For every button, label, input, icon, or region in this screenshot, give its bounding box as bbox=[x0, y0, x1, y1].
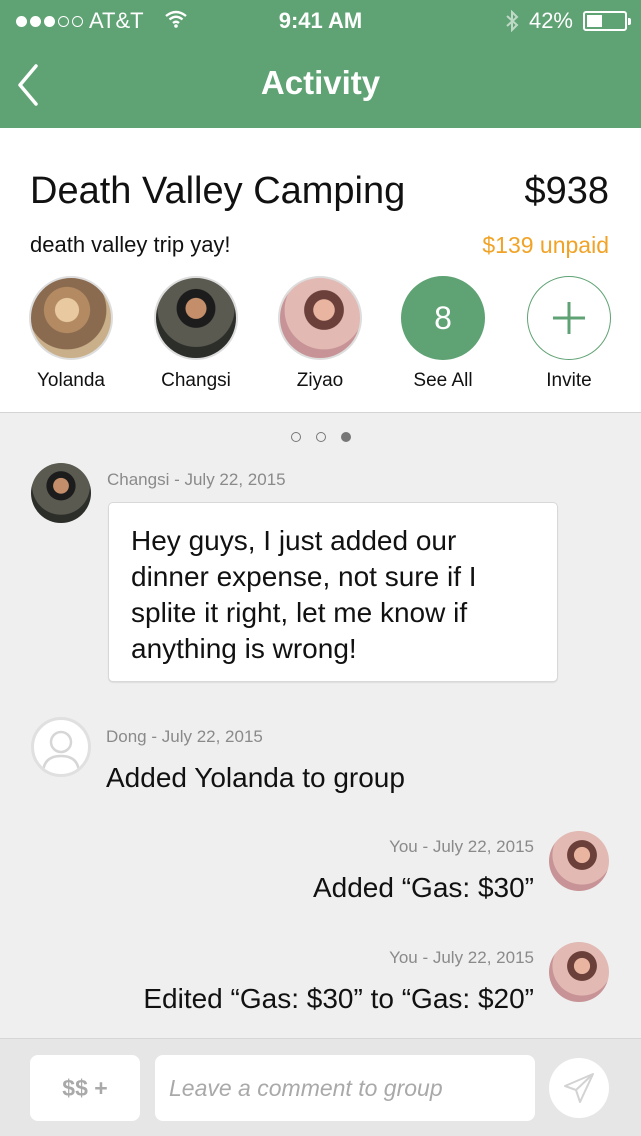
page-dot[interactable] bbox=[290, 432, 301, 442]
member-strip: Yolanda Changsi Ziyao 8 See All Invite bbox=[0, 276, 641, 396]
event-text: Added Yolanda to group bbox=[106, 762, 405, 793]
event-meta: You - July 22, 2015 bbox=[389, 948, 534, 967]
avatar bbox=[278, 276, 362, 360]
avatar-you[interactable] bbox=[549, 942, 609, 1002]
event-meta: Dong - July 22, 2015 bbox=[106, 727, 263, 746]
member-ziyao[interactable]: Ziyao bbox=[265, 276, 375, 392]
status-bar: AT&T 9:41 AM 42% bbox=[0, 0, 641, 40]
plus-icon bbox=[527, 276, 611, 360]
battery-icon bbox=[583, 11, 631, 31]
event-meta: You - July 22, 2015 bbox=[389, 837, 534, 856]
member-count-badge: 8 bbox=[401, 276, 485, 360]
see-all-label: See All bbox=[413, 370, 473, 391]
avatar bbox=[154, 276, 238, 360]
comment-input[interactable] bbox=[155, 1055, 535, 1121]
send-icon bbox=[564, 1073, 594, 1103]
group-total: $938 bbox=[524, 170, 609, 212]
avatar-you[interactable] bbox=[549, 831, 609, 891]
comment-composer: $$ + bbox=[0, 1038, 641, 1136]
member-changsi[interactable]: Changsi bbox=[141, 276, 251, 392]
invite-button[interactable]: Invite bbox=[514, 276, 624, 392]
message-bubble: Hey guys, I just added our dinner expens… bbox=[108, 502, 558, 682]
page-indicator[interactable] bbox=[0, 432, 641, 442]
default-user-icon[interactable] bbox=[31, 717, 91, 777]
battery-fill bbox=[587, 15, 602, 27]
member-name: Ziyao bbox=[296, 370, 344, 391]
top-bar: AT&T 9:41 AM 42% Activity bbox=[0, 0, 641, 128]
event-text: Added “Gas: $30” bbox=[312, 872, 534, 903]
member-name: Changsi bbox=[161, 370, 231, 391]
avatar bbox=[29, 276, 113, 360]
message-meta: Changsi - July 22, 2015 bbox=[107, 470, 286, 489]
send-button[interactable] bbox=[549, 1058, 609, 1118]
member-name: Yolanda bbox=[37, 370, 105, 391]
invite-label: Invite bbox=[546, 370, 592, 391]
page-title: Activity bbox=[260, 64, 381, 101]
member-yolanda[interactable]: Yolanda bbox=[16, 276, 126, 392]
avatar-changsi[interactable] bbox=[31, 463, 91, 523]
group-title: Death Valley Camping bbox=[30, 170, 406, 212]
event-text: Edited “Gas: $30” to “Gas: $20” bbox=[143, 983, 534, 1014]
page-dot-active[interactable] bbox=[340, 432, 351, 442]
page-dot[interactable] bbox=[315, 432, 326, 442]
bluetooth-icon bbox=[506, 10, 519, 32]
status-right: 42% bbox=[505, 8, 631, 34]
battery-percent: 42% bbox=[528, 8, 573, 33]
see-all-button[interactable]: 8 See All bbox=[388, 276, 498, 392]
group-description: death valley trip yay! bbox=[30, 232, 231, 257]
add-expense-button[interactable]: $$ + bbox=[30, 1055, 140, 1121]
group-header-card: Death Valley Camping $938 death valley t… bbox=[0, 128, 641, 413]
unpaid-amount: $139 unpaid bbox=[482, 232, 609, 258]
